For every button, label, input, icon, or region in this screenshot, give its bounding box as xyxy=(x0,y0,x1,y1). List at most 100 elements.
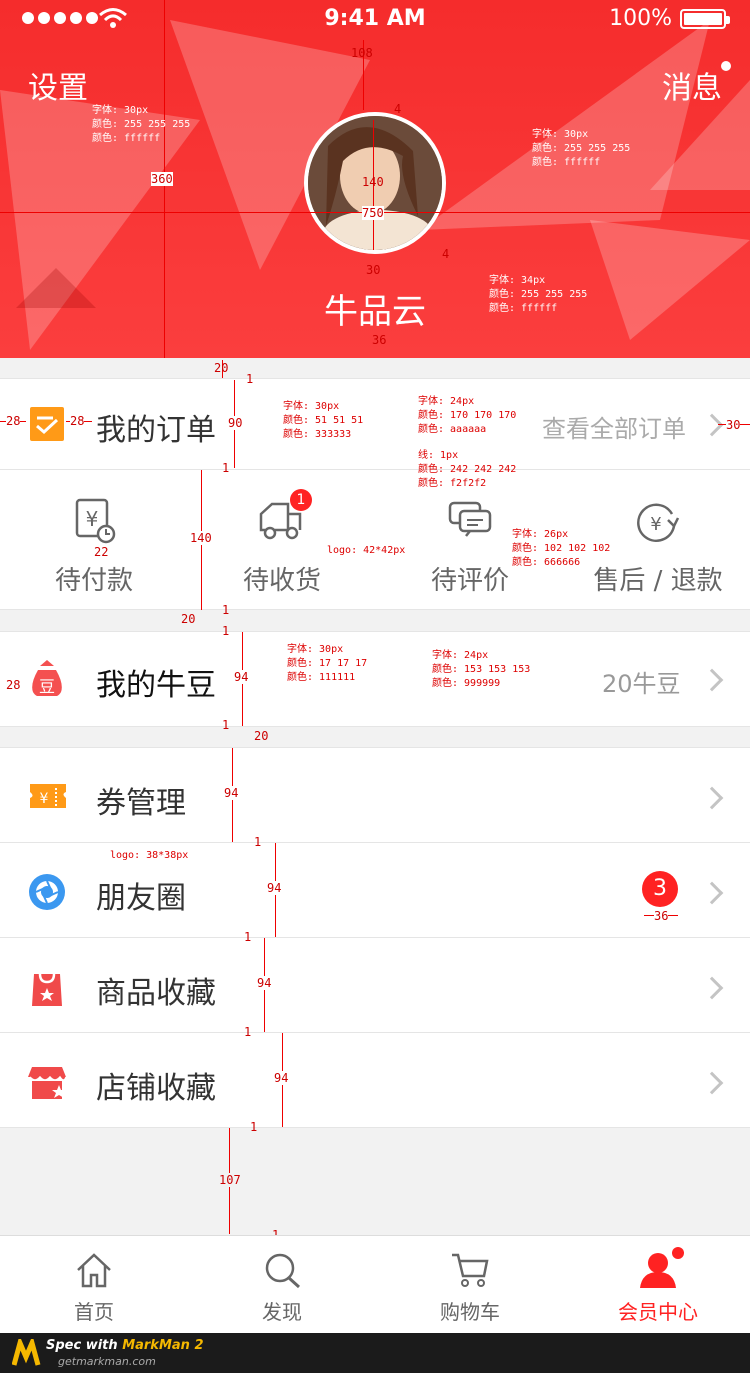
my-orders-title: 我的订单 xyxy=(96,413,216,448)
shop-favorite-icon xyxy=(28,1067,66,1099)
measure-label: 20 xyxy=(254,729,269,743)
spec-note: 字体: 26px 颜色: 102 102 102 颜色: 666666 xyxy=(512,529,611,568)
spec-note: 字体: 30px 颜色: 17 17 17 颜色: 111111 xyxy=(287,644,368,683)
pending-delivery-label: 待收货 xyxy=(242,566,321,596)
view-all-orders-link[interactable]: 查看全部订单 xyxy=(542,409,686,444)
tab-label: 首页 xyxy=(74,1300,114,1324)
messages-button[interactable]: 消息 xyxy=(662,63,722,107)
measure-label: 30 xyxy=(366,263,381,277)
tab-discover[interactable]: 发现 xyxy=(188,1236,376,1334)
status-bar: 9:41 AM 100% xyxy=(0,0,750,40)
chevron-right-icon xyxy=(700,786,724,810)
spec-note: 字体: 24px 颜色: 170 170 170 颜色: aaaaaa xyxy=(418,396,517,435)
pending-payment-button[interactable]: ¥ 待付款 xyxy=(0,470,188,610)
measure-label: 108 xyxy=(351,46,373,60)
spec-note: logo: 38*38px xyxy=(110,850,189,861)
markman-logo xyxy=(12,1339,41,1366)
menu-item-coupons[interactable]: ¥ 券管理 xyxy=(0,747,750,843)
measure-label: 30 xyxy=(726,418,741,432)
menu-label: 券管理 xyxy=(96,786,186,821)
chevron-right-icon xyxy=(700,1071,724,1095)
menu-label: 商品收藏 xyxy=(96,976,216,1011)
spec-note: 字体: 30px 颜色: 255 255 255 颜色: ffffff xyxy=(532,129,631,168)
cart-icon xyxy=(452,1253,489,1287)
tab-label: 购物车 xyxy=(440,1300,500,1324)
menu-label: 店铺收藏 xyxy=(96,1071,216,1106)
tab-home[interactable]: 首页 xyxy=(0,1236,188,1334)
pending-payment-label: 待付款 xyxy=(54,566,133,596)
money-bag-icon: 豆 xyxy=(32,660,62,696)
battery-icon xyxy=(680,8,730,29)
chevron-right-icon xyxy=(700,881,724,905)
measure-label: 140 xyxy=(362,175,384,189)
watermark-text: Spec with xyxy=(46,1338,118,1353)
svg-text:¥: ¥ xyxy=(650,514,661,535)
measure-label: 4 xyxy=(394,102,402,116)
measure-label: 94 xyxy=(257,976,272,990)
measure-label: 1 xyxy=(222,603,230,617)
measure-label: 750 xyxy=(362,206,384,220)
measure-label: 28 xyxy=(6,414,21,428)
chevron-right-icon xyxy=(700,976,724,1000)
measure-label: 107 xyxy=(219,1173,241,1187)
menu-label: 朋友圈 xyxy=(96,881,186,916)
my-beans-row[interactable]: 豆 我的牛豆 20牛豆 xyxy=(0,631,750,727)
delivery-badge: 1 xyxy=(290,489,312,511)
measure-label: 20 xyxy=(214,361,229,375)
moments-icon xyxy=(29,874,65,910)
measure-label: 1 xyxy=(254,835,262,849)
measure-label: 90 xyxy=(228,416,243,430)
measure-label: 140 xyxy=(190,531,212,545)
markman-watermark-bar: Spec with MarkMan 2 getmarkman.com xyxy=(0,1333,750,1373)
measure-label: 36 xyxy=(654,909,669,923)
comment-icon xyxy=(448,501,492,537)
chevron-right-icon xyxy=(700,668,724,692)
order-status-grid: ¥ 待付款 1 待收货 待评价 ¥ 售后 / 退款 xyxy=(0,470,750,610)
spec-note: 线: 1px 颜色: 242 242 242 颜色: f2f2f2 xyxy=(418,450,517,489)
moments-badge: 3 xyxy=(642,871,678,907)
product-favorite-icon xyxy=(32,973,62,1006)
measure-label: 94 xyxy=(267,881,282,895)
spec-note: 字体: 24px 颜色: 153 153 153 颜色: 999999 xyxy=(432,650,531,689)
watermark-brand: MarkMan 2 xyxy=(122,1338,204,1353)
tab-bar: 首页 发现 购物车 会员中心 xyxy=(0,1235,750,1333)
svg-text:豆: 豆 xyxy=(39,677,55,696)
menu-item-shop-favorites[interactable]: 店铺收藏 xyxy=(0,1032,750,1128)
message-dot xyxy=(721,61,731,71)
measure-label: 1 xyxy=(222,624,230,638)
measure-label: 28 xyxy=(70,414,85,428)
measure-label: 4 xyxy=(442,247,450,261)
chevron-right-icon xyxy=(700,413,724,437)
spec-note: logo: 42*42px xyxy=(327,545,406,556)
watermark-url: getmarkman.com xyxy=(58,1355,156,1368)
measure-label: 36 xyxy=(372,333,387,347)
svg-text:¥: ¥ xyxy=(40,791,49,807)
spec-note: 字体: 34px 颜色: 255 255 255 颜色: ffffff xyxy=(489,275,588,314)
pending-delivery-button[interactable]: 1 待收货 xyxy=(188,470,376,610)
coupon-icon: ¥ xyxy=(30,784,66,808)
measure-label: 1 xyxy=(222,718,230,732)
battery-percent: 100% xyxy=(609,6,672,31)
measure-label: 28 xyxy=(6,678,21,692)
tab-member-center[interactable]: 会员中心 xyxy=(564,1236,750,1334)
tab-label: 发现 xyxy=(262,1300,302,1324)
measure-label: 20 xyxy=(181,612,196,626)
settings-button[interactable]: 设置 xyxy=(28,63,88,107)
orders-icon xyxy=(30,407,64,441)
measure-label: 22 xyxy=(94,545,109,559)
measure-label: 1 xyxy=(246,372,254,386)
measure-label: 94 xyxy=(274,1071,289,1085)
spec-note: 字体: 30px 颜色: 255 255 255 颜色: ffffff xyxy=(92,105,191,144)
measure-label: 94 xyxy=(224,786,239,800)
spec-note: 字体: 30px 颜色: 51 51 51 颜色: 333333 xyxy=(283,401,364,440)
measure-label: 1 xyxy=(250,1120,258,1134)
menu-item-product-favorites[interactable]: 商品收藏 xyxy=(0,937,750,1033)
home-icon xyxy=(77,1253,111,1288)
tab-cart[interactable]: 购物车 xyxy=(376,1236,564,1334)
username: 牛品云 xyxy=(324,292,426,332)
measure-label: 360 xyxy=(151,172,173,186)
beans-value: 20牛豆 xyxy=(602,670,681,698)
my-orders-row[interactable]: 我的订单 查看全部订单 xyxy=(0,378,750,470)
measure-label: 94 xyxy=(234,670,249,684)
measure-label: 1 xyxy=(244,1025,252,1039)
